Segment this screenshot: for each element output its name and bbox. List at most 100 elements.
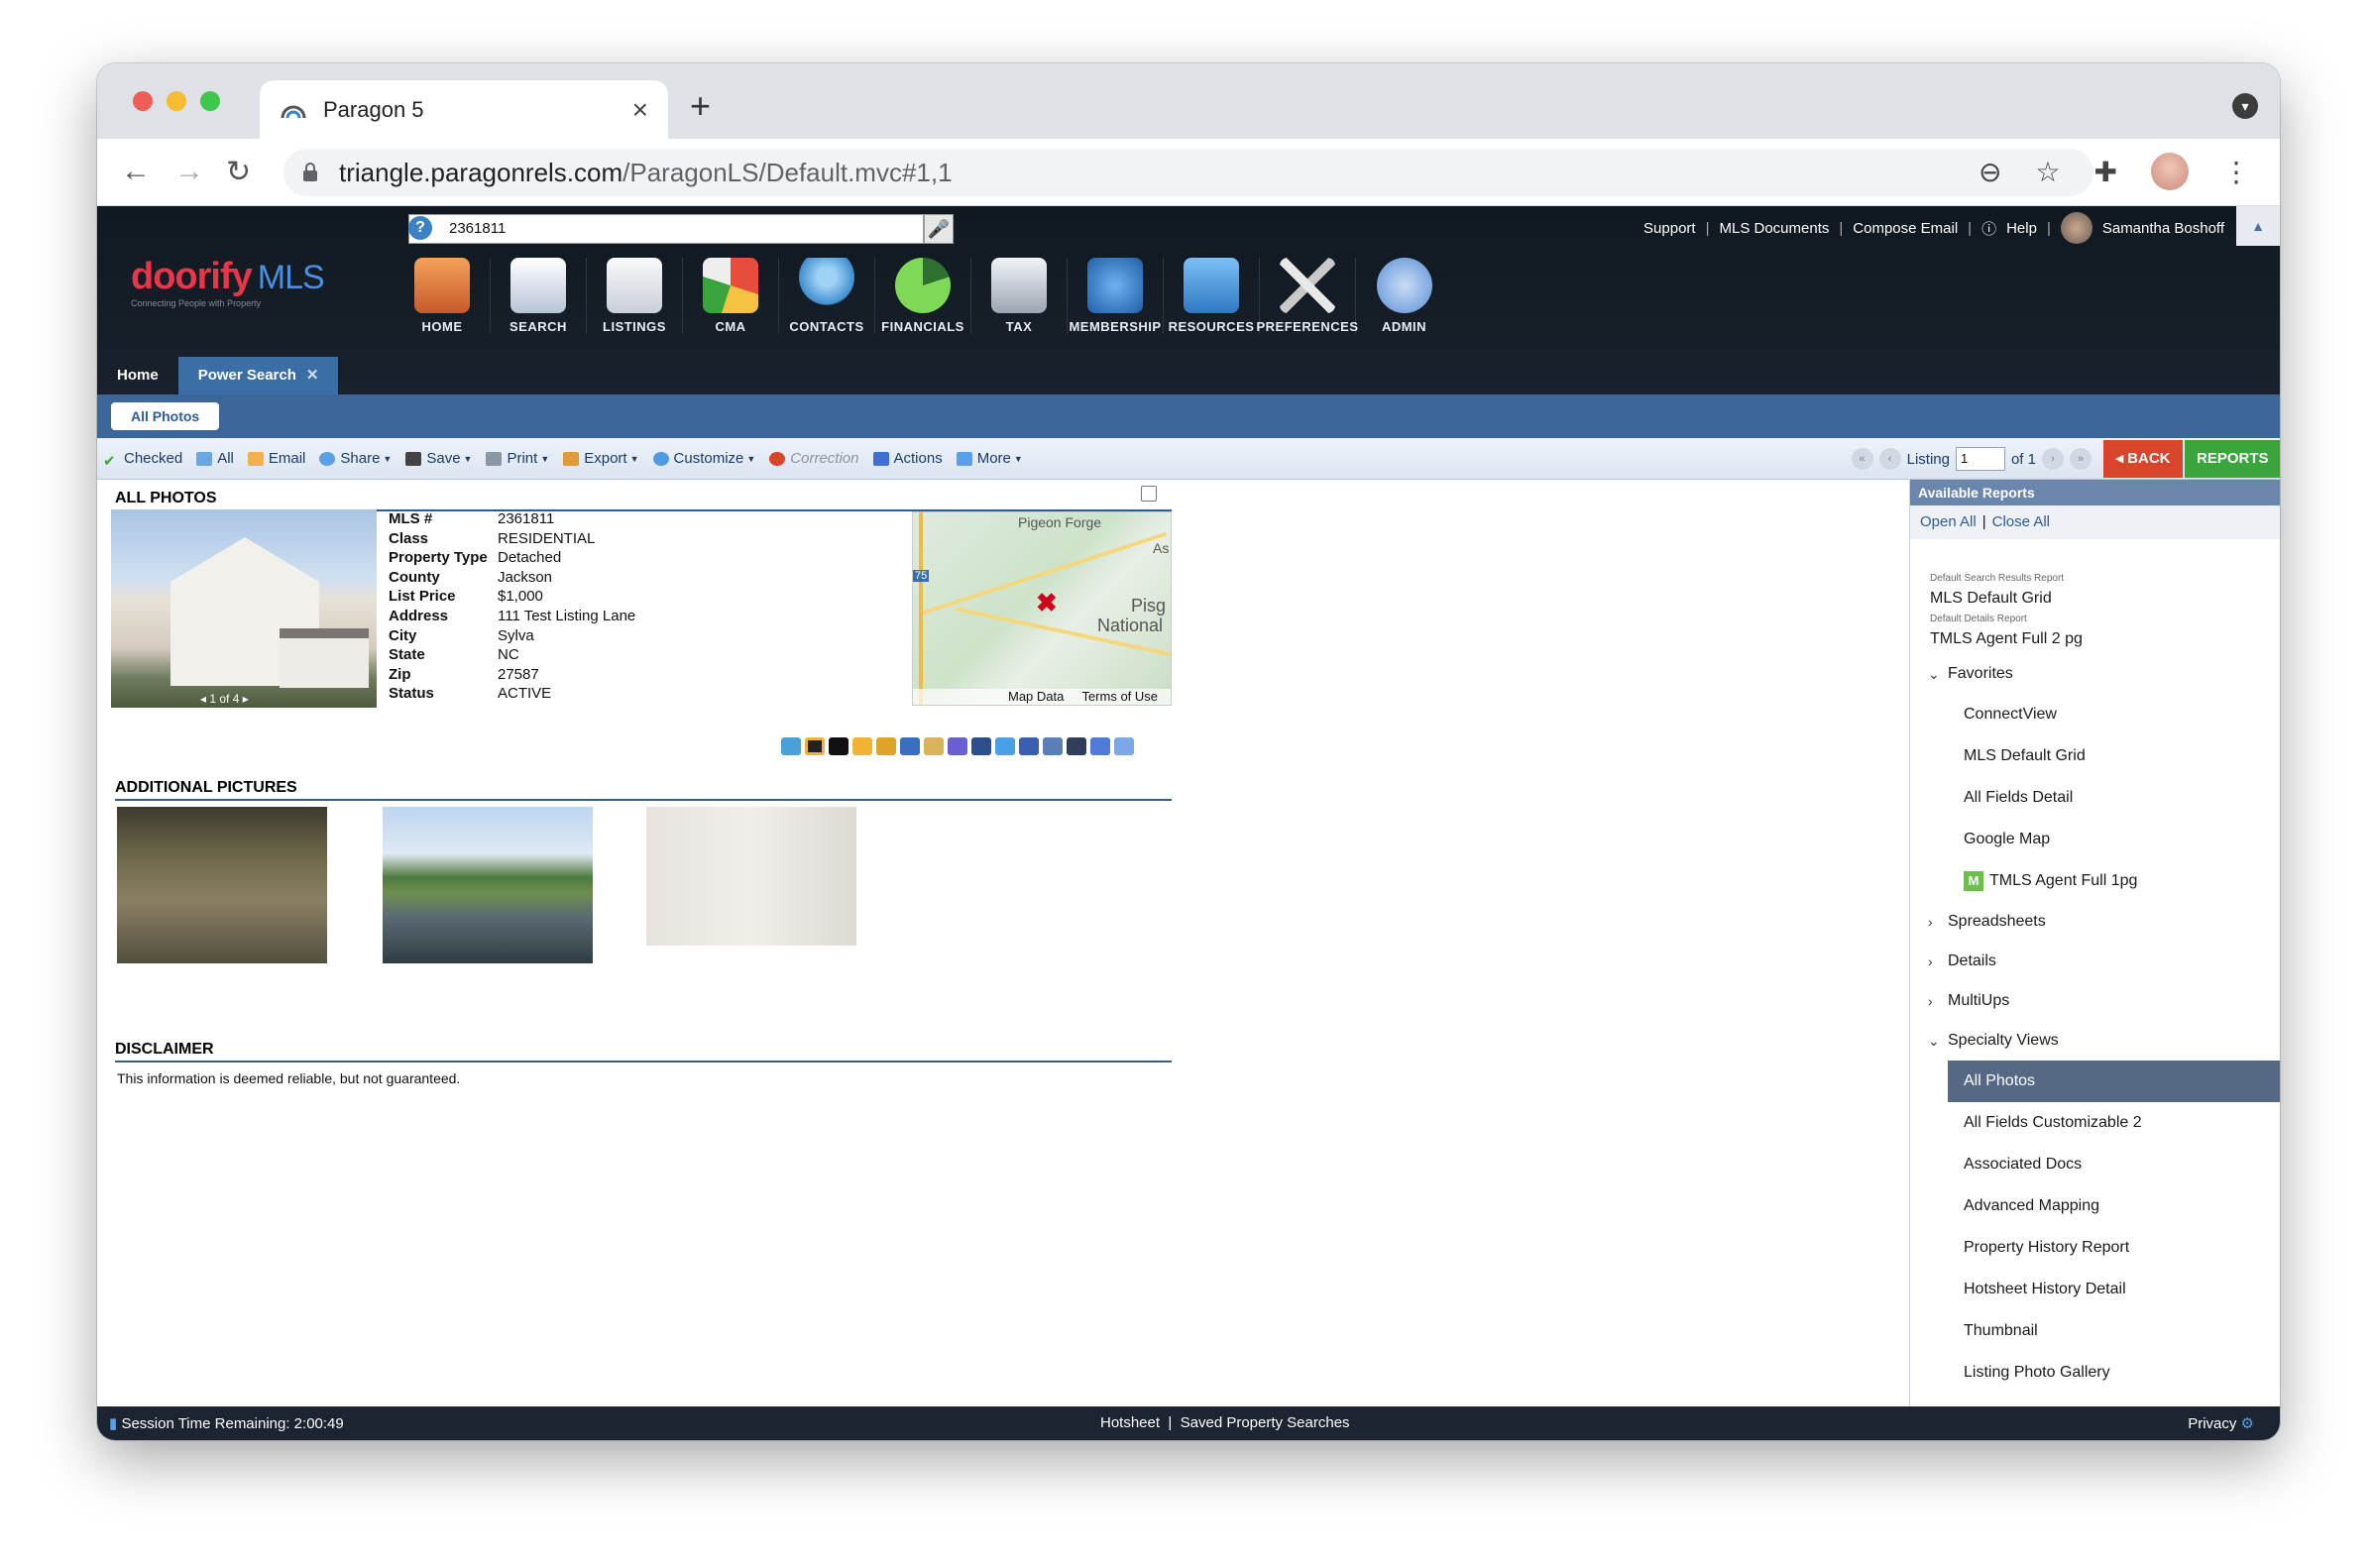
microphone-icon[interactable]: 🎤 — [924, 214, 954, 244]
privacy-link[interactable]: Privacy — [2188, 1415, 2236, 1432]
listing-location-marker[interactable]: ✖ — [1036, 588, 1058, 618]
profile-avatar[interactable] — [2151, 153, 2189, 190]
subtab-all-photos[interactable]: All Photos — [111, 402, 220, 430]
minimize-window-button[interactable] — [167, 91, 186, 111]
last-page-icon[interactable]: » — [2070, 448, 2092, 470]
forward-arrow-icon[interactable]: → — [174, 155, 204, 188]
report-item[interactable]: Property History Report — [1910, 1227, 2280, 1269]
nav-listings[interactable]: LISTINGS — [587, 258, 683, 334]
close-window-button[interactable] — [133, 91, 153, 111]
reload-icon[interactable]: ↻ — [226, 155, 251, 189]
report-item[interactable]: Listing Photo Gallery — [1910, 1352, 2280, 1394]
listing-tool-icon[interactable] — [924, 737, 944, 755]
print-button[interactable]: Print ▼ — [486, 450, 549, 467]
nav-membership[interactable]: MEMBERSHIP — [1068, 258, 1164, 334]
report-item[interactable]: Hotsheet History Detail — [1910, 1269, 2280, 1310]
listing-map[interactable]: Pigeon Forge As Pisg National 75 ✖ Map D… — [912, 511, 1172, 706]
report-item[interactable]: All Fields Customizable 2 — [1910, 1102, 2280, 1144]
nav-preferences[interactable]: PREFERENCES — [1256, 258, 1358, 334]
nav-admin[interactable]: ADMIN — [1356, 258, 1452, 334]
select-listing-checkbox[interactable] — [1141, 486, 1157, 502]
open-all-link[interactable]: Open All — [1920, 513, 1977, 530]
report-item[interactable]: M TMLS Agent Full 1pg — [1910, 860, 2280, 902]
all-button[interactable]: All — [196, 450, 234, 467]
extensions-icon[interactable]: ✚ — [2094, 156, 2117, 188]
support-link[interactable]: Support — [1643, 220, 1696, 237]
user-avatar[interactable] — [2060, 212, 2093, 244]
listing-tool-icon[interactable] — [1090, 737, 1110, 755]
listing-tool-icon[interactable] — [1019, 737, 1039, 755]
report-item[interactable]: Thumbnail — [1910, 1310, 2280, 1352]
additional-photo-bridge[interactable] — [383, 807, 593, 963]
new-tab-icon[interactable]: + — [690, 85, 711, 127]
tab-close-icon[interactable]: × — [632, 94, 648, 126]
listing-tool-icon[interactable] — [1043, 737, 1063, 755]
map-terms-link[interactable]: Terms of Use — [1081, 689, 1158, 704]
compose-email-link[interactable]: Compose Email — [1853, 220, 1958, 237]
listing-tool-icon[interactable] — [995, 737, 1015, 755]
listing-tool-icon[interactable] — [1114, 737, 1134, 755]
listing-tool-icon[interactable] — [852, 737, 872, 755]
search-help-icon[interactable]: ? — [408, 216, 432, 240]
listing-tool-icon[interactable] — [781, 737, 801, 755]
first-page-icon[interactable]: « — [1851, 448, 1873, 470]
settings-gear-icon[interactable]: ⚙ — [2241, 1415, 2254, 1432]
report-item[interactable]: Advanced Mapping — [1910, 1185, 2280, 1227]
help-circle-icon[interactable]: ⓘ — [1981, 218, 1996, 239]
close-tab-icon[interactable]: ✕ — [306, 367, 319, 384]
nav-contacts[interactable]: CONTACTS — [779, 258, 875, 334]
report-item[interactable]: Google Map — [1910, 819, 2280, 860]
nav-financials[interactable]: FINANCIALS — [875, 258, 971, 334]
mls-search-input[interactable]: 2361811 — [408, 214, 924, 244]
next-page-icon[interactable]: › — [2042, 448, 2064, 470]
report-item[interactable]: MLS Default Grid — [1910, 735, 2280, 777]
mls-documents-link[interactable]: MLS Documents — [1720, 220, 1830, 237]
maximize-window-button[interactable] — [200, 91, 220, 111]
zoom-icon[interactable]: ⊖ — [1979, 156, 2001, 188]
listing-tool-icon[interactable] — [971, 737, 991, 755]
export-button[interactable]: Export ▼ — [563, 450, 639, 467]
report-default-search[interactable]: MLS Default Grid — [1910, 584, 2280, 614]
saved-searches-link[interactable]: Saved Property Searches — [1181, 1414, 1350, 1431]
listing-tool-icon[interactable] — [829, 737, 849, 755]
customize-button[interactable]: Customize ▼ — [652, 450, 755, 467]
listing-tool-icon[interactable] — [876, 737, 896, 755]
help-link[interactable]: Help — [2006, 220, 2037, 237]
group-specialty-views[interactable]: ⌄ Specialty Views — [1910, 1021, 2280, 1061]
reports-button[interactable]: REPORTS ▲ — [2185, 440, 2280, 504]
nav-resources[interactable]: RESOURCES — [1164, 258, 1260, 334]
listing-number-input[interactable]: 1 — [1955, 447, 2005, 471]
nav-home[interactable]: HOME — [395, 258, 491, 334]
doorify-logo[interactable]: doorify MLS Connecting People with Proper… — [131, 256, 325, 308]
photo-counter[interactable]: ◂ 1 of 4 ▸ — [200, 692, 249, 706]
actions-button[interactable]: Actions — [872, 450, 943, 467]
back-button[interactable]: ◂ BACK — [2103, 440, 2183, 478]
share-button[interactable]: Share ▼ — [319, 450, 392, 467]
browser-tab[interactable]: Paragon 5 × — [260, 80, 668, 139]
main-listing-photo[interactable]: ◂ 1 of 4 ▸ — [111, 509, 377, 708]
url-bar[interactable]: triangle.paragonrels.com/ParagonLS/Defau… — [283, 149, 2093, 196]
map-data-link[interactable]: Map Data — [1008, 689, 1064, 704]
report-item[interactable]: All Fields Detail — [1910, 777, 2280, 819]
listing-tool-icon[interactable] — [805, 737, 825, 755]
report-item[interactable]: Associated Docs — [1910, 1144, 2280, 1185]
report-item[interactable]: ConnectView — [1910, 694, 2280, 735]
collapse-header-icon[interactable]: ▲ — [2236, 206, 2280, 246]
correction-button[interactable]: Correction — [769, 450, 859, 467]
close-all-link[interactable]: Close All — [1992, 513, 2050, 530]
group-multiups[interactable]: › MultiUps — [1910, 981, 2280, 1021]
report-item-selected[interactable]: All Photos — [1948, 1061, 2280, 1102]
email-button[interactable]: Email — [247, 450, 305, 467]
additional-photo-dog[interactable] — [117, 807, 327, 963]
nav-cma[interactable]: CMA — [683, 258, 779, 334]
listing-tool-icon[interactable] — [948, 737, 967, 755]
group-details[interactable]: › Details — [1910, 942, 2280, 981]
user-name[interactable]: Samantha Boshoff — [2102, 220, 2224, 237]
back-arrow-icon[interactable]: ← — [121, 155, 151, 188]
listing-tool-icon[interactable] — [1067, 737, 1086, 755]
save-button[interactable]: Save ▼ — [405, 450, 472, 467]
group-favorites[interactable]: ⌄ Favorites — [1910, 654, 2280, 694]
bookmark-star-icon[interactable]: ☆ — [2035, 156, 2060, 188]
more-button[interactable]: More ▼ — [956, 450, 1023, 467]
prev-page-icon[interactable]: ‹ — [1878, 448, 1901, 470]
